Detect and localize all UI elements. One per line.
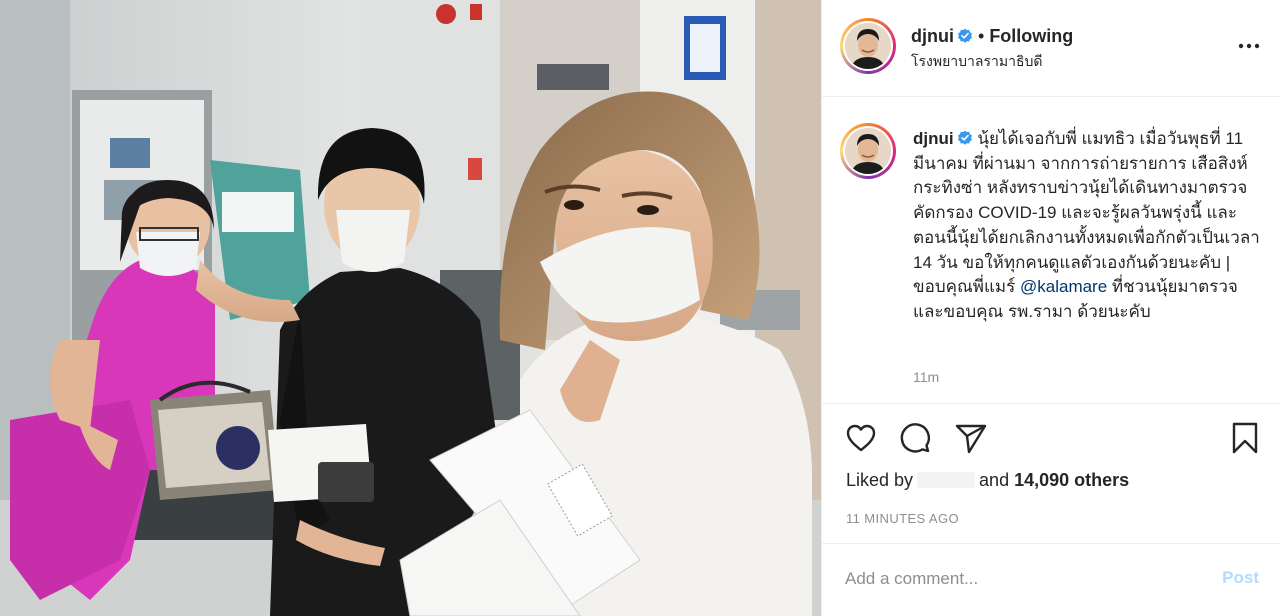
comment-bubble-icon (900, 423, 931, 453)
heart-outline-icon (846, 424, 876, 452)
separator-dot: • (978, 26, 985, 46)
author-avatar-image (845, 23, 891, 69)
more-options-button[interactable] (1237, 36, 1261, 56)
post-photo[interactable] (0, 0, 821, 616)
comment-input[interactable] (845, 566, 1185, 592)
caption-avatar-image (845, 128, 891, 174)
likes-and: and (979, 470, 1010, 490)
more-horizontal-icon (1238, 43, 1260, 49)
liker-name-redacted (917, 472, 976, 488)
likes-prefix: Liked by (846, 470, 914, 490)
header-author-line: djnui • Following (911, 26, 1073, 47)
like-button[interactable] (844, 421, 878, 455)
post-actions: Liked by and 14,090 others 11 MINUTES AGO (822, 403, 1280, 543)
post-header: djnui • Following โรงพยาบาลรามาธิบดี (822, 0, 1280, 97)
post-caption: djnui นุ้ยได้เจอกับพี่ แมทธิว เมื่อวันพุ… (913, 127, 1263, 325)
comment-form: Post (822, 543, 1280, 616)
post-location-link[interactable]: โรงพยาบาลรามาธิบดี (911, 51, 1043, 73)
caption-username-link[interactable]: djnui (913, 129, 954, 148)
comment-button[interactable] (898, 421, 932, 455)
likes-summary[interactable]: Liked by and 14,090 others (846, 470, 1129, 491)
post-comment-button[interactable]: Post (1222, 568, 1259, 588)
author-avatar[interactable] (840, 18, 896, 74)
likes-count[interactable]: 14,090 others (1014, 470, 1129, 490)
verified-badge-icon (957, 130, 972, 145)
save-button[interactable] (1228, 421, 1262, 455)
caption-author-avatar[interactable] (840, 123, 896, 179)
hospital-selfie-image (0, 0, 821, 616)
share-button[interactable] (954, 421, 988, 455)
bookmark-icon (1232, 422, 1258, 454)
caption-timestamp[interactable]: 11m (913, 369, 939, 385)
caption-section: djnui นุ้ยได้เจอกับพี่ แมทธิว เมื่อวันพุ… (822, 97, 1280, 403)
post-timestamp[interactable]: 11 MINUTES AGO (846, 511, 959, 526)
verified-badge-icon (958, 28, 972, 43)
paper-plane-icon (955, 424, 987, 454)
following-button[interactable]: Following (989, 26, 1073, 46)
mention-link[interactable]: @kalamare (1020, 277, 1107, 296)
post-sidebar: djnui • Following โรงพยาบาลรามาธิบดี djn… (821, 0, 1280, 616)
author-username-link[interactable]: djnui (911, 26, 954, 46)
caption-text: นุ้ยได้เจอกับพี่ แมทธิว เมื่อวันพุธที่ 1… (913, 129, 1260, 297)
